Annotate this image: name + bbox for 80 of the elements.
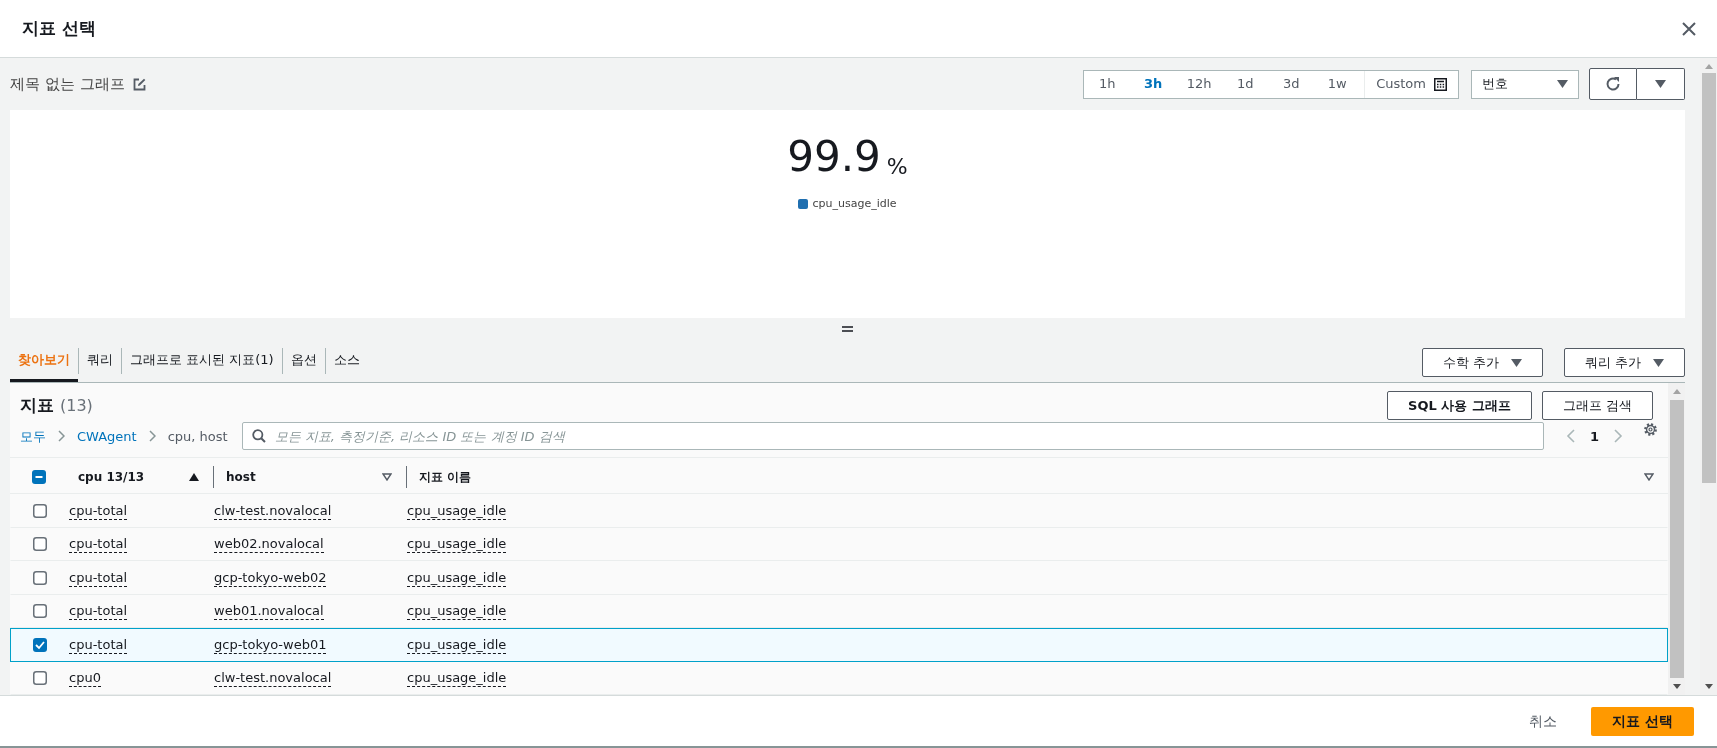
time-range-button[interactable]: 12h: [1176, 70, 1223, 98]
table-cell[interactable]: cpu-total: [69, 501, 128, 520]
checkbox[interactable]: [33, 570, 47, 585]
table-cell[interactable]: clw-test.novalocal: [214, 501, 332, 520]
refresh-icon: [1605, 76, 1621, 92]
scroll-down-icon[interactable]: [1704, 684, 1713, 689]
resize-handle-icon[interactable]: [842, 326, 853, 332]
sort-icon[interactable]: [1644, 473, 1654, 482]
chevron-right-icon: [58, 430, 65, 443]
column-header[interactable]: host: [226, 468, 256, 487]
checkbox[interactable]: [33, 537, 47, 552]
add-menu-button[interactable]: 수학 추가: [1421, 348, 1543, 377]
caret-icon: [1510, 358, 1522, 367]
time-range-button[interactable]: 1d: [1222, 70, 1269, 98]
cancel-button[interactable]: 취소: [1523, 706, 1563, 736]
custom-range-button[interactable]: Custom: [1364, 70, 1458, 98]
sort-ascending-icon[interactable]: [189, 473, 199, 482]
checkbox[interactable]: [32, 470, 46, 485]
breadcrumb-link[interactable]: CWAgent: [77, 426, 137, 447]
dialog-title: 지표 선택: [22, 16, 96, 40]
breadcrumb-current: cpu, host: [167, 427, 228, 446]
scrollbar-thumb[interactable]: [1701, 73, 1716, 483]
view-select[interactable]: 번호: [1471, 69, 1579, 99]
metrics-title: 지표: [20, 393, 54, 417]
checkbox[interactable]: [33, 604, 47, 619]
table-cell[interactable]: clw-test.novalocal: [214, 669, 332, 688]
tab[interactable]: 옵션: [282, 340, 325, 382]
calendar-icon: [1434, 77, 1447, 91]
action-button[interactable]: SQL 사용 그래프: [1387, 391, 1532, 420]
search-field[interactable]: 모든 지표, 측정기준, 리소스 ID 또는 계정 ID 검색: [241, 422, 1544, 451]
table-cell[interactable]: web01.novalocal: [214, 602, 324, 621]
close-icon[interactable]: [1682, 21, 1696, 36]
column-header[interactable]: cpu 13/13: [78, 468, 145, 487]
tab[interactable]: 소스: [325, 340, 368, 382]
time-range-button[interactable]: 3d: [1268, 70, 1315, 98]
checkbox[interactable]: [33, 503, 47, 518]
action-button[interactable]: 그래프 검색: [1541, 391, 1653, 420]
breadcrumb-link[interactable]: 모두: [20, 426, 46, 447]
time-range-button[interactable]: 1h: [1084, 70, 1131, 98]
table-cell[interactable]: cpu-total: [69, 535, 128, 554]
metrics-count: (13): [60, 394, 93, 417]
caret-icon: [1655, 80, 1666, 88]
table-cell[interactable]: cpu_usage_idle: [407, 635, 507, 654]
scroll-down-icon[interactable]: [1672, 684, 1681, 689]
refresh-options-button[interactable]: [1637, 68, 1685, 100]
time-range-button[interactable]: 1w: [1314, 70, 1361, 98]
edit-icon[interactable]: [132, 77, 146, 91]
caret-icon: [1557, 80, 1568, 88]
page-number[interactable]: 1: [1589, 426, 1599, 447]
metric-value: 99.9: [787, 136, 881, 178]
time-range-button[interactable]: 3h: [1130, 70, 1177, 98]
table-cell[interactable]: web02.novalocal: [214, 535, 324, 554]
table-cell[interactable]: cpu_usage_idle: [407, 602, 507, 621]
graph-title: 제목 없는 그래프: [10, 73, 125, 95]
legend-label: cpu_usage_idle: [812, 196, 897, 212]
add-menu-button[interactable]: 쿼리 추가: [1563, 348, 1685, 377]
caret-icon: [1653, 358, 1664, 367]
tab[interactable]: 그래프로 표시된 지표(1): [122, 340, 282, 382]
checkbox[interactable]: [33, 637, 47, 652]
table-cell[interactable]: gcp-tokyo-web02: [214, 568, 327, 587]
refresh-button[interactable]: [1589, 68, 1637, 100]
scrollbar-thumb[interactable]: [1669, 400, 1684, 678]
metric-unit: %: [886, 156, 908, 178]
search-icon: [251, 429, 266, 444]
settings-icon[interactable]: [1643, 421, 1658, 437]
table-cell[interactable]: cpu_usage_idle: [407, 501, 507, 520]
table-cell[interactable]: cpu-total: [69, 568, 128, 587]
table-cell[interactable]: cpu_usage_idle: [407, 568, 507, 587]
chevron-right-icon: [148, 430, 156, 443]
table-cell[interactable]: cpu0: [69, 669, 101, 688]
sort-icon[interactable]: [382, 473, 392, 482]
tab[interactable]: 쿼리: [79, 340, 121, 382]
select-metric-button[interactable]: 지표 선택: [1591, 706, 1694, 736]
table-cell[interactable]: cpu_usage_idle: [407, 669, 507, 688]
table-cell[interactable]: cpu-total: [69, 635, 128, 654]
table-cell[interactable]: cpu-total: [69, 602, 128, 621]
column-header[interactable]: 지표 이름: [419, 468, 472, 487]
table-cell[interactable]: gcp-tokyo-web01: [214, 635, 327, 654]
table-cell[interactable]: cpu_usage_idle: [407, 535, 507, 554]
checkbox[interactable]: [33, 671, 47, 686]
